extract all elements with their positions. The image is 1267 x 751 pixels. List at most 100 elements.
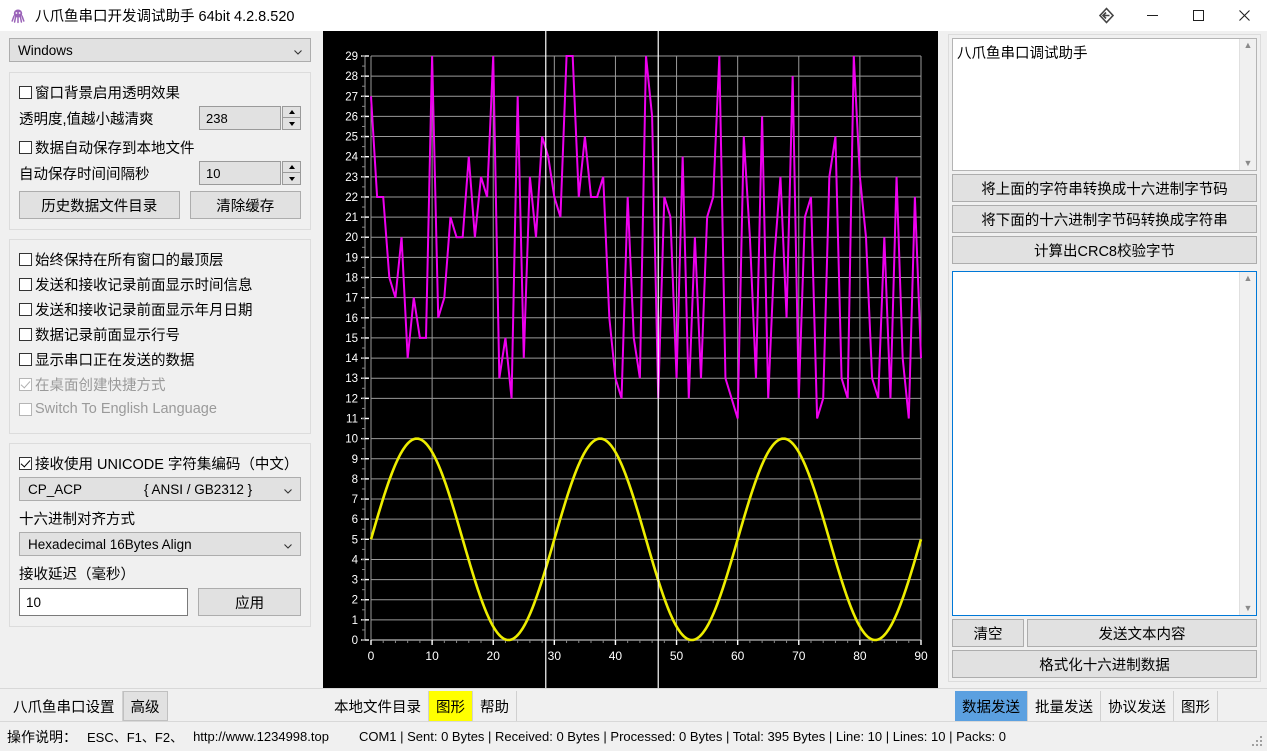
autosave-spin-buttons xyxy=(282,161,301,185)
close-button[interactable] xyxy=(1221,0,1267,31)
checkbox-label: 发送和接收记录前面显示年月日期 xyxy=(35,299,253,320)
svg-text:90: 90 xyxy=(914,649,928,663)
autosave-interval-input[interactable]: 10 xyxy=(199,161,281,185)
settings-group-encoding: 接收使用 UNICODE 字符集编码（中文） CP_ACP { ANSI / G… xyxy=(9,443,311,627)
autosave-interval-stepper[interactable]: 10 xyxy=(199,161,301,185)
checkbox-label: Switch To English Language xyxy=(35,401,217,417)
svg-text:28: 28 xyxy=(345,71,358,83)
graph-plot-area[interactable]: 1112131415161718192021222324252627282901… xyxy=(323,31,938,688)
send-text-area-bottom-value xyxy=(953,272,1239,615)
checkbox-switch-english[interactable]: Switch To English Language xyxy=(19,398,301,420)
opacity-spin-down[interactable] xyxy=(282,118,301,130)
checkbox-autosave-local-file[interactable]: 数据自动保存到本地文件 xyxy=(19,136,301,158)
svg-text:11: 11 xyxy=(346,413,358,425)
scroll-down-icon[interactable]: ▼ xyxy=(1244,604,1253,613)
hex-align-combobox[interactable]: Hexadecimal 16Bytes Align xyxy=(19,532,301,556)
history-directory-button[interactable]: 历史数据文件目录 xyxy=(19,191,180,219)
minimize-button[interactable] xyxy=(1129,0,1175,31)
svg-text:1: 1 xyxy=(352,615,358,627)
checkbox-unicode-receive[interactable]: 接收使用 UNICODE 字符集编码（中文） xyxy=(19,452,301,474)
checkbox-show-sending-data[interactable]: 显示串口正在发送的数据 xyxy=(19,348,301,370)
svg-text:8: 8 xyxy=(352,474,358,486)
theme-combobox[interactable]: Windows xyxy=(9,38,311,62)
autosave-interval-row: 自动保存时间间隔秒 10 xyxy=(19,161,301,185)
checkbox-box xyxy=(19,403,32,416)
svg-text:3: 3 xyxy=(352,575,358,587)
tab-serial-settings[interactable]: 八爪鱼串口设置 xyxy=(6,691,123,721)
window-title: 八爪鱼串口开发调试助手 64bit 4.2.8.520 xyxy=(35,5,294,26)
autosave-spin-up[interactable] xyxy=(282,161,301,173)
data-send-pane: 八爪鱼串口调试助手 ▲ ▼ 将上面的字符串转换成十六进制字节码 将下面的十六进制… xyxy=(948,34,1261,682)
checkbox-box xyxy=(19,328,32,341)
convert-hex-to-string-button[interactable]: 将下面的十六进制字节码转换成字符串 xyxy=(952,205,1257,233)
send-text-area-top[interactable]: 八爪鱼串口调试助手 ▲ ▼ xyxy=(952,38,1257,171)
status-hotkeys: ESC、F1、F2、 xyxy=(87,727,183,746)
svg-text:7: 7 xyxy=(352,494,358,506)
tab-graph[interactable]: 图形 xyxy=(429,691,473,721)
svg-text:0: 0 xyxy=(352,635,358,647)
svg-text:5: 5 xyxy=(352,534,358,546)
tab-protocol-send[interactable]: 协议发送 xyxy=(1101,691,1174,721)
svg-text:80: 80 xyxy=(853,649,867,663)
checkbox-box xyxy=(19,303,32,316)
scroll-up-icon[interactable]: ▲ xyxy=(1244,41,1253,50)
svg-text:26: 26 xyxy=(345,111,358,123)
checkbox-box xyxy=(19,86,32,99)
convert-string-to-hex-button[interactable]: 将上面的字符串转换成十六进制字节码 xyxy=(952,174,1257,202)
checkbox-show-date[interactable]: 发送和接收记录前面显示年月日期 xyxy=(19,298,301,320)
svg-text:40: 40 xyxy=(609,649,623,663)
apply-button[interactable]: 应用 xyxy=(198,588,301,616)
svg-text:25: 25 xyxy=(345,132,358,144)
tab-group-center: 本地文件目录 图形 帮助 xyxy=(327,691,517,721)
hex-align-combobox-value: Hexadecimal 16Bytes Align xyxy=(28,537,192,552)
scroll-down-icon[interactable]: ▼ xyxy=(1244,159,1253,168)
svg-text:50: 50 xyxy=(670,649,684,663)
svg-text:18: 18 xyxy=(345,273,358,285)
hex-align-label: 十六进制对齐方式 xyxy=(19,508,301,529)
receive-delay-input[interactable]: 10 xyxy=(19,588,188,616)
resize-grip[interactable] xyxy=(1252,736,1264,748)
checkbox-desktop-shortcut[interactable]: 在桌面创建快捷方式 xyxy=(19,373,301,395)
tab-local-file-directory[interactable]: 本地文件目录 xyxy=(327,691,429,721)
scroll-up-icon[interactable]: ▲ xyxy=(1244,274,1253,283)
back-arrow-diamond-icon[interactable] xyxy=(1083,0,1129,31)
checkbox-label: 始终保持在所有窗口的最顶层 xyxy=(35,249,224,270)
tab-help[interactable]: 帮助 xyxy=(473,691,517,721)
svg-text:12: 12 xyxy=(345,393,358,405)
charset-combobox[interactable]: CP_ACP { ANSI / GB2312 } xyxy=(19,477,301,501)
scrollbar-bottom-textarea[interactable]: ▲ ▼ xyxy=(1239,272,1256,615)
tab-data-send[interactable]: 数据发送 xyxy=(955,691,1028,721)
send-text-content-button[interactable]: 发送文本内容 xyxy=(1027,619,1257,647)
svg-text:10: 10 xyxy=(345,434,358,446)
checkbox-show-line-number[interactable]: 数据记录前面显示行号 xyxy=(19,323,301,345)
checkbox-box xyxy=(19,253,32,266)
checkbox-transparent-background[interactable]: 窗口背景启用透明效果 xyxy=(19,81,301,103)
opacity-spin-up[interactable] xyxy=(282,106,301,118)
format-hex-data-button[interactable]: 格式化十六进制数据 xyxy=(952,650,1257,678)
tab-batch-send[interactable]: 批量发送 xyxy=(1028,691,1101,721)
opacity-input[interactable]: 238 xyxy=(199,106,281,130)
receive-delay-label: 接收延迟（毫秒） xyxy=(19,563,301,584)
tab-advanced[interactable]: 高级 xyxy=(123,691,168,721)
autosave-spin-down[interactable] xyxy=(282,173,301,185)
maximize-button[interactable] xyxy=(1175,0,1221,31)
opacity-row: 透明度,值越小越清爽 238 xyxy=(19,106,301,130)
checkbox-show-time[interactable]: 发送和接收记录前面显示时间信息 xyxy=(19,273,301,295)
scrollbar-top-textarea[interactable]: ▲ ▼ xyxy=(1239,39,1256,170)
checkbox-box xyxy=(19,141,32,154)
opacity-stepper[interactable]: 238 xyxy=(199,106,301,130)
charset-combobox-value: CP_ACP xyxy=(28,482,82,497)
clear-button[interactable]: 清空 xyxy=(952,619,1024,647)
autosave-interval-label: 自动保存时间间隔秒 xyxy=(19,163,150,184)
tab-group-right: 数据发送 批量发送 协议发送 图形 xyxy=(955,691,1218,721)
tab-graph-right[interactable]: 图形 xyxy=(1174,691,1218,721)
send-text-area-bottom[interactable]: ▲ ▼ xyxy=(952,271,1257,616)
checkbox-always-on-top[interactable]: 始终保持在所有窗口的最顶层 xyxy=(19,248,301,270)
opacity-label: 透明度,值越小越清爽 xyxy=(19,108,154,129)
checkbox-label: 数据记录前面显示行号 xyxy=(35,324,180,345)
calculate-crc8-button[interactable]: 计算出CRC8校验字节 xyxy=(952,236,1257,264)
svg-text:22: 22 xyxy=(345,192,358,204)
storage-button-row: 历史数据文件目录 清除缓存 xyxy=(19,191,301,219)
clear-cache-button[interactable]: 清除缓存 xyxy=(190,191,301,219)
status-url-link[interactable]: http://www.1234998.top xyxy=(193,729,329,744)
